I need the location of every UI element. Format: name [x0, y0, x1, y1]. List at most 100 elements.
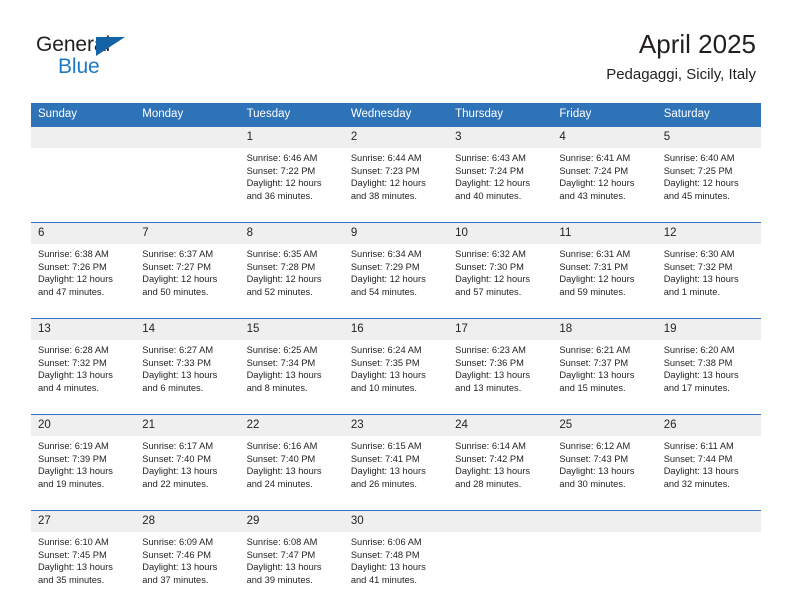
sunset-text: Sunset: 7:30 PM [455, 261, 524, 272]
sunset-text: Sunset: 7:45 PM [38, 549, 107, 560]
day-cell-1[interactable]: Sunrise: 6:46 AM Sunset: 7:22 PM Daylight:… [239, 148, 344, 222]
day-cell-16[interactable]: Sunrise: 6:24 AM Sunset: 7:35 PM Daylight:… [343, 340, 449, 414]
sunrise-text: Sunrise: 6:46 AM [246, 153, 318, 163]
day-cell-14[interactable]: Sunrise: 6:27 AM Sunset: 7:33 PM Daylight:… [135, 340, 240, 414]
day-cell-10[interactable]: Sunrise: 6:32 AM Sunset: 7:30 PM Daylight:… [448, 244, 553, 318]
daylight-text-line1: Daylight: 12 hours [38, 274, 113, 285]
daylight-text-line1: Daylight: 12 hours [246, 274, 322, 285]
day-cell-24[interactable]: Sunrise: 6:14 AM Sunset: 7:42 PM Daylight:… [448, 436, 553, 510]
day-number-21[interactable]: 21 [135, 415, 240, 436]
day-number-25[interactable]: 25 [552, 415, 657, 436]
day-number-29[interactable]: 29 [239, 511, 344, 532]
day-number-2[interactable]: 2 [343, 127, 449, 148]
day-number-6[interactable]: 6 [31, 223, 136, 244]
daylight-text-line1: Daylight: 13 hours [663, 466, 739, 477]
day-cell-27[interactable]: Sunrise: 6:10 AM Sunset: 7:45 PM Daylight:… [31, 532, 136, 606]
sunrise-text: Sunrise: 6:40 AM [663, 153, 735, 163]
day-number-9[interactable]: 9 [343, 223, 449, 244]
day-number-30[interactable]: 30 [343, 511, 449, 532]
day-cell-23[interactable]: Sunrise: 6:15 AM Sunset: 7:41 PM Daylight:… [343, 436, 449, 510]
sunrise-text: Sunrise: 6:09 AM [142, 537, 214, 547]
day-number-empty [448, 511, 553, 532]
day-number-28[interactable]: 28 [135, 511, 240, 532]
day-cell-9[interactable]: Sunrise: 6:34 AM Sunset: 7:29 PM Daylight:… [343, 244, 449, 318]
day-cell-5[interactable]: Sunrise: 6:40 AM Sunset: 7:25 PM Daylight:… [656, 148, 761, 222]
weekday-header-monday: Monday [135, 103, 240, 127]
daylight-text-line2: and 8 minutes. [246, 382, 308, 393]
brand-logo[interactable]: General Blue [36, 33, 216, 85]
daylight-text-line2: and 32 minutes. [663, 478, 730, 489]
daylight-text-line2: and 43 minutes. [559, 190, 626, 201]
daylight-text-line1: Daylight: 13 hours [246, 370, 322, 381]
sunrise-text: Sunrise: 6:38 AM [38, 249, 109, 259]
day-cell-7[interactable]: Sunrise: 6:37 AM Sunset: 7:27 PM Daylight:… [135, 244, 240, 318]
day-cell-15[interactable]: Sunrise: 6:25 AM Sunset: 7:34 PM Daylight:… [239, 340, 344, 414]
day-number-row: 20 21 22 23 24 25 26 [31, 415, 761, 436]
day-cell-17[interactable]: Sunrise: 6:23 AM Sunset: 7:36 PM Daylight:… [448, 340, 553, 414]
day-number-7[interactable]: 7 [135, 223, 240, 244]
day-number-16[interactable]: 16 [343, 319, 449, 340]
day-cell-8[interactable]: Sunrise: 6:35 AM Sunset: 7:28 PM Daylight:… [239, 244, 344, 318]
day-cell-19[interactable]: Sunrise: 6:20 AM Sunset: 7:38 PM Daylight:… [656, 340, 761, 414]
sunrise-text: Sunrise: 6:11 AM [663, 441, 734, 451]
day-cell-26[interactable]: Sunrise: 6:11 AM Sunset: 7:44 PM Daylight:… [656, 436, 761, 510]
day-number-4[interactable]: 4 [552, 127, 657, 148]
day-number-11[interactable]: 11 [552, 223, 657, 244]
day-number-17[interactable]: 17 [448, 319, 553, 340]
daylight-text-line1: Daylight: 13 hours [350, 562, 426, 573]
title-block: April 2025 Pedagaggi, Sicily, Italy [606, 28, 756, 86]
day-cell-25[interactable]: Sunrise: 6:12 AM Sunset: 7:43 PM Daylight:… [552, 436, 657, 510]
day-cell-22[interactable]: Sunrise: 6:16 AM Sunset: 7:40 PM Daylight:… [239, 436, 344, 510]
daylight-text-line2: and 22 minutes. [142, 478, 209, 489]
day-number-empty [31, 127, 136, 148]
daylight-text-line1: Daylight: 13 hours [142, 466, 218, 477]
day-number-14[interactable]: 14 [135, 319, 240, 340]
day-cell-12[interactable]: Sunrise: 6:30 AM Sunset: 7:32 PM Daylight:… [656, 244, 761, 318]
day-cell-29[interactable]: Sunrise: 6:08 AM Sunset: 7:47 PM Daylight:… [239, 532, 344, 606]
day-number-5[interactable]: 5 [656, 127, 761, 148]
day-number-24[interactable]: 24 [448, 415, 553, 436]
day-cell-13[interactable]: Sunrise: 6:28 AM Sunset: 7:32 PM Daylight:… [31, 340, 136, 414]
day-number-20[interactable]: 20 [31, 415, 136, 436]
day-number-8[interactable]: 8 [239, 223, 344, 244]
weekday-header-sunday: Sunday [31, 103, 136, 127]
day-number-13[interactable]: 13 [31, 319, 136, 340]
sunrise-text: Sunrise: 6:12 AM [559, 441, 631, 451]
sunrise-text: Sunrise: 6:14 AM [455, 441, 526, 451]
daylight-text-line1: Daylight: 13 hours [142, 370, 218, 381]
day-cell-20[interactable]: Sunrise: 6:19 AM Sunset: 7:39 PM Daylight:… [31, 436, 136, 510]
sunrise-text: Sunrise: 6:35 AM [246, 249, 318, 259]
day-cell-30[interactable]: Sunrise: 6:06 AM Sunset: 7:48 PM Daylight:… [343, 532, 449, 606]
daylight-text-line2: and 35 minutes. [38, 574, 105, 585]
day-number-1[interactable]: 1 [239, 127, 344, 148]
day-cell-empty [552, 532, 657, 606]
day-cell-28[interactable]: Sunrise: 6:09 AM Sunset: 7:46 PM Daylight:… [135, 532, 240, 606]
day-number-22[interactable]: 22 [239, 415, 344, 436]
day-number-15[interactable]: 15 [239, 319, 344, 340]
day-number-27[interactable]: 27 [31, 511, 136, 532]
weekday-header-friday: Friday [552, 103, 657, 127]
day-number-3[interactable]: 3 [448, 127, 553, 148]
sunset-text: Sunset: 7:38 PM [663, 357, 733, 368]
daylight-text-line2: and 37 minutes. [142, 574, 209, 585]
day-number-10[interactable]: 10 [448, 223, 553, 244]
day-cell-2[interactable]: Sunrise: 6:44 AM Sunset: 7:23 PM Daylight:… [343, 148, 449, 222]
sunrise-text: Sunrise: 6:44 AM [350, 153, 422, 163]
day-number-12[interactable]: 12 [656, 223, 761, 244]
daylight-text-line1: Daylight: 13 hours [455, 466, 531, 477]
day-number-19[interactable]: 19 [656, 319, 761, 340]
day-number-row: 12345 [31, 127, 761, 148]
day-cell-6[interactable]: Sunrise: 6:38 AM Sunset: 7:26 PM Daylight:… [31, 244, 136, 318]
day-number-row: 13 14 15 16 17 18 19 [31, 319, 761, 340]
daylight-text-line1: Daylight: 13 hours [38, 370, 113, 381]
day-cell-11[interactable]: Sunrise: 6:31 AM Sunset: 7:31 PM Daylight:… [552, 244, 657, 318]
daylight-text-line2: and 52 minutes. [246, 286, 313, 297]
day-number-26[interactable]: 26 [656, 415, 761, 436]
sunrise-text: Sunrise: 6:25 AM [246, 345, 318, 355]
day-cell-4[interactable]: Sunrise: 6:41 AM Sunset: 7:24 PM Daylight:… [552, 148, 657, 222]
day-number-18[interactable]: 18 [552, 319, 657, 340]
day-cell-21[interactable]: Sunrise: 6:17 AM Sunset: 7:40 PM Daylight:… [135, 436, 240, 510]
day-cell-18[interactable]: Sunrise: 6:21 AM Sunset: 7:37 PM Daylight:… [552, 340, 657, 414]
day-cell-3[interactable]: Sunrise: 6:43 AM Sunset: 7:24 PM Daylight:… [448, 148, 553, 222]
day-number-23[interactable]: 23 [343, 415, 449, 436]
